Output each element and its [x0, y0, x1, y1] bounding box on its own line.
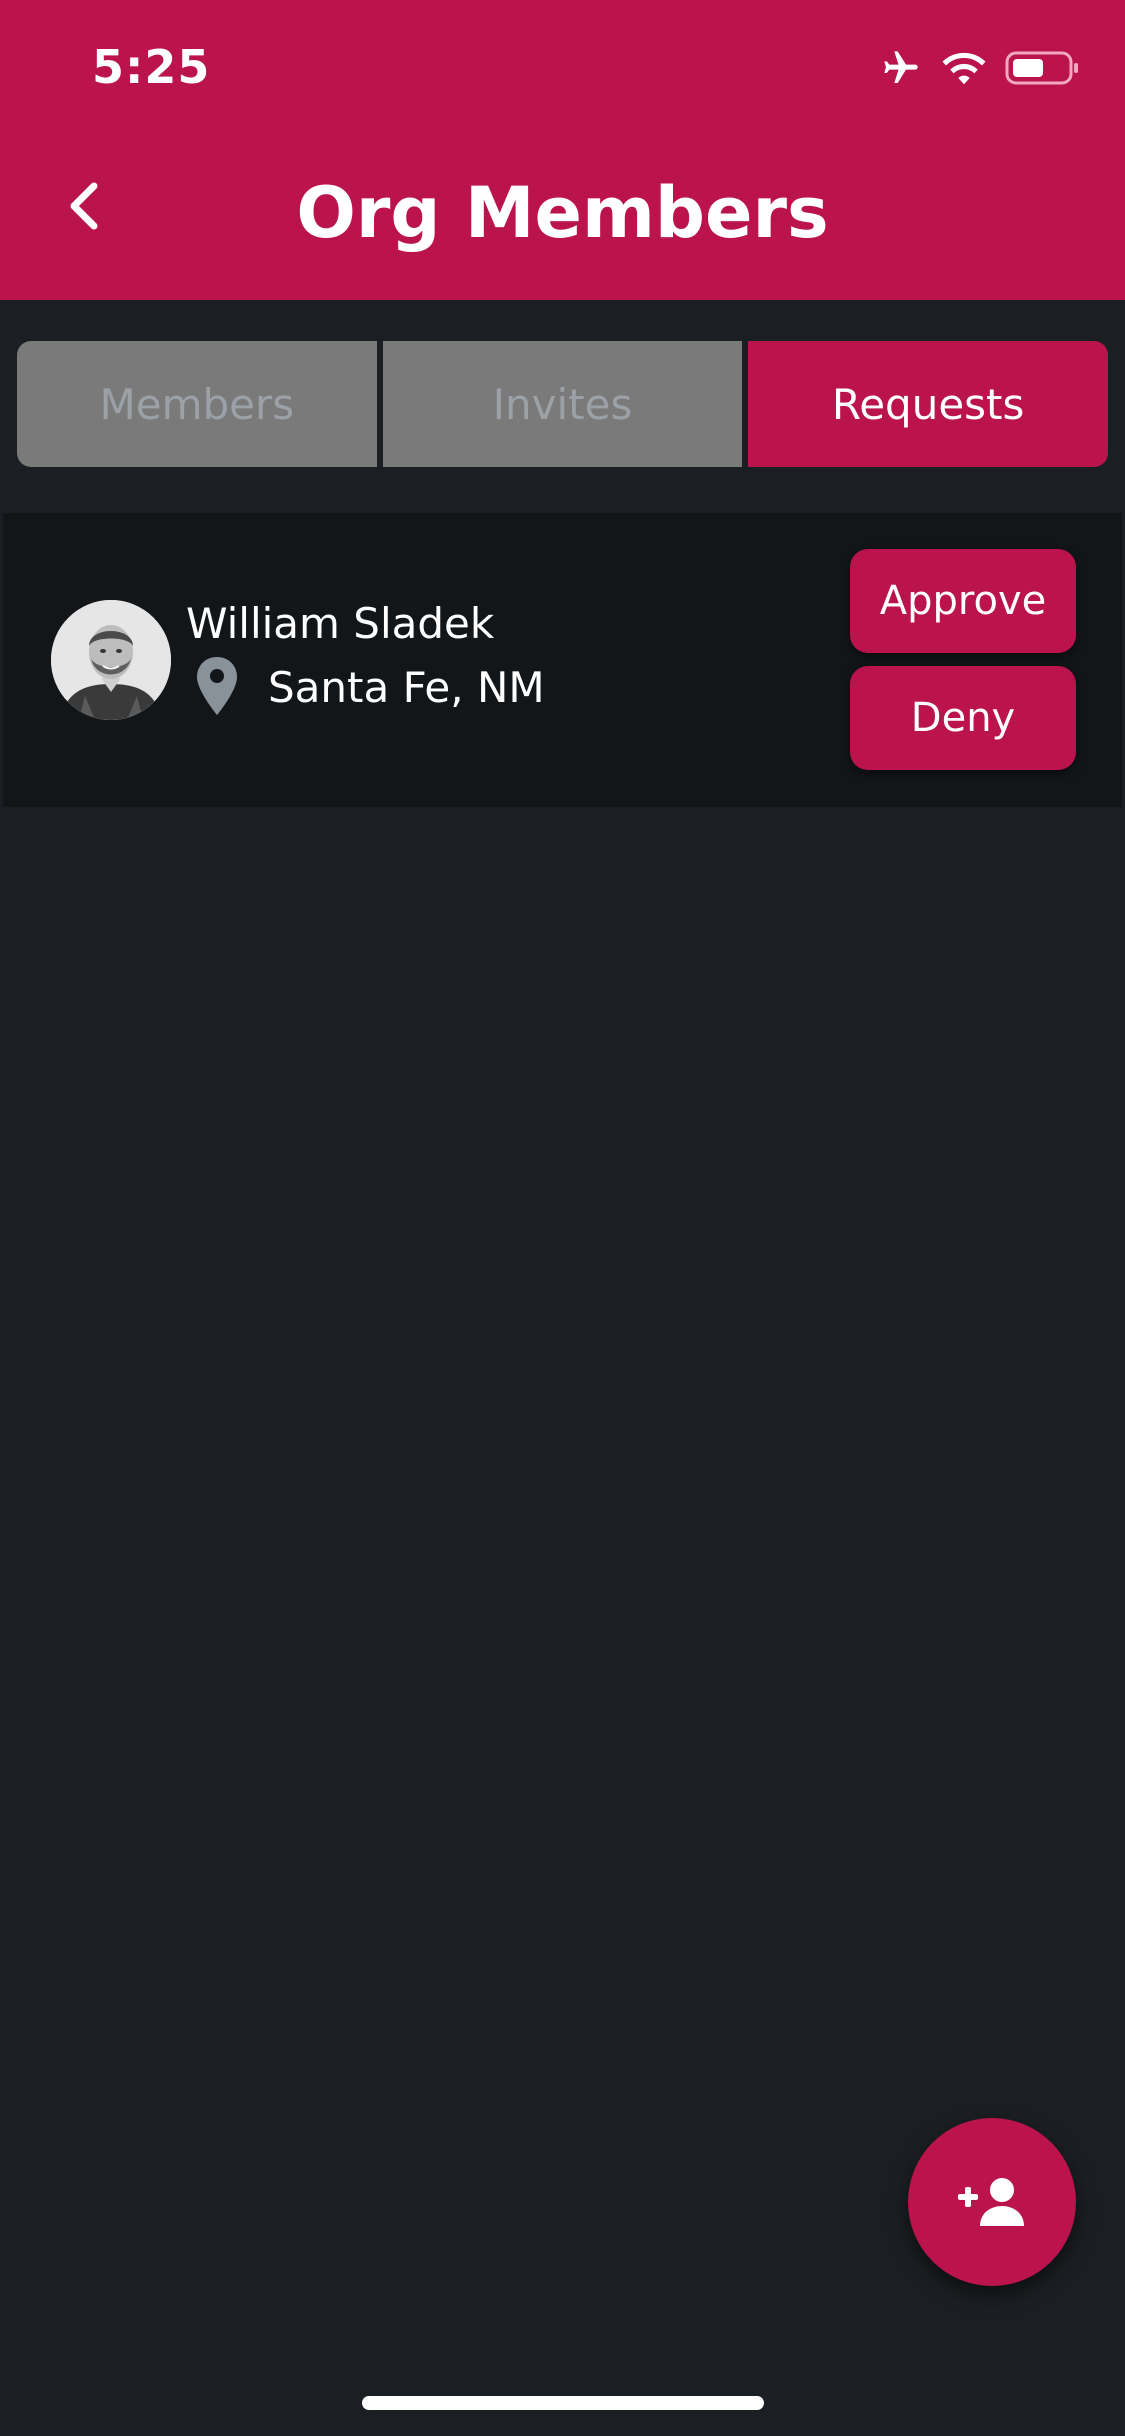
home-indicator — [362, 2396, 764, 2410]
deny-button[interactable]: Deny — [850, 666, 1076, 770]
add-person-icon — [958, 2178, 1024, 2226]
battery-icon — [1005, 51, 1078, 85]
member-name: William Sladek — [186, 599, 495, 648]
map-pin-icon — [197, 657, 237, 715]
request-list-item: William Sladek Santa Fe, NM Approve Deny — [3, 513, 1122, 807]
tab-requests[interactable]: Requests — [748, 341, 1109, 467]
app-header: 5:25 Org Members — [0, 0, 1125, 300]
tab-members[interactable]: Members — [17, 341, 377, 467]
avatar-photo — [51, 600, 171, 720]
member-location: Santa Fe, NM — [268, 663, 545, 712]
tab-invites[interactable]: Invites — [382, 341, 743, 467]
status-time: 5:25 — [92, 40, 211, 94]
page-title: Org Members — [296, 172, 829, 254]
add-member-button[interactable] — [908, 2118, 1076, 2286]
wifi-icon — [942, 52, 986, 85]
status-icons — [879, 48, 1081, 88]
avatar — [51, 600, 171, 720]
org-members-screen: 5:25 Org Members Members Invites Request… — [0, 0, 1125, 2436]
airplane-icon — [884, 51, 918, 83]
tab-bar: Members Invites Requests — [17, 341, 1109, 467]
approve-button[interactable]: Approve — [850, 549, 1076, 653]
